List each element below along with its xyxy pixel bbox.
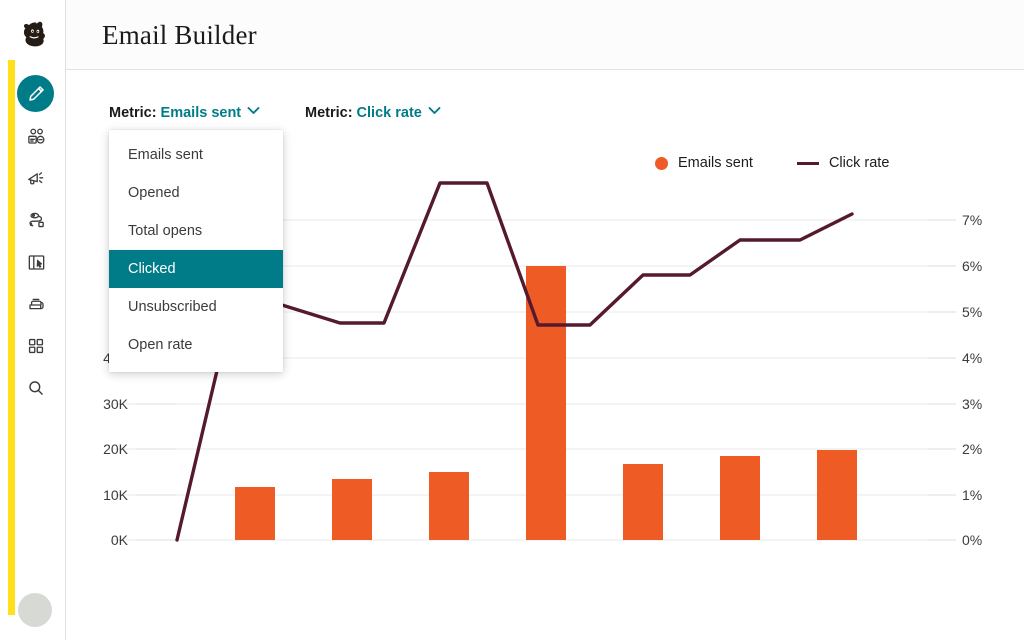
grid-icon — [26, 336, 46, 356]
svg-text:1%: 1% — [962, 487, 982, 503]
bar — [235, 487, 275, 540]
sidebar-item-search[interactable] — [18, 370, 54, 406]
bar — [720, 456, 760, 540]
metric-selector-secondary[interactable]: Metric: Click rate — [305, 105, 441, 121]
sidebar-item-audience[interactable] — [18, 118, 54, 154]
metric-label: Metric: — [109, 105, 157, 121]
svg-text:0%: 0% — [962, 532, 982, 548]
chevron-down-icon — [428, 103, 441, 119]
sidebar-item-create[interactable] — [18, 75, 54, 111]
svg-text:3%: 3% — [962, 396, 982, 412]
legend-item-emails-sent: Emails sent — [655, 155, 753, 171]
svg-text:10K: 10K — [103, 487, 129, 503]
landing-page-icon — [26, 252, 47, 273]
app-window: Email Builder 30K 20K 10K 0K 7% 6% 5% 4%… — [0, 0, 1024, 640]
sidebar-item-campaigns[interactable] — [18, 160, 54, 196]
dropdown-option-total-opens[interactable]: Total opens — [109, 212, 283, 250]
sidebar-item-automations[interactable] — [18, 202, 54, 238]
legend-dot-icon — [655, 156, 668, 170]
page-title: Email Builder — [102, 20, 257, 50]
svg-text:2%: 2% — [962, 441, 982, 457]
header-bar: Email Builder — [66, 0, 1024, 70]
megaphone-icon — [26, 168, 47, 189]
svg-text:5%: 5% — [962, 304, 982, 320]
bar — [332, 479, 372, 540]
postcard-icon — [26, 294, 47, 315]
dropdown-option-open-rate[interactable]: Open rate — [109, 326, 283, 364]
metric-selector-primary[interactable]: Metric: Emails sent — [109, 105, 260, 121]
svg-text:30K: 30K — [103, 396, 129, 412]
sidebar — [0, 0, 66, 640]
bar — [817, 450, 857, 540]
avatar[interactable] — [18, 593, 52, 627]
bar — [623, 464, 663, 540]
audience-icon — [26, 126, 47, 147]
legend-line-icon — [796, 161, 819, 165]
search-icon — [26, 378, 46, 398]
svg-text:0K: 0K — [111, 532, 129, 548]
svg-text:20K: 20K — [103, 441, 129, 457]
right-axis-labels: 7% 6% 5% 4% 3% 2% 1% 0% — [962, 212, 982, 548]
dropdown-option-opened[interactable]: Opened — [109, 174, 283, 212]
dropdown-option-unsubscribed[interactable]: Unsubscribed — [109, 288, 283, 326]
dropdown-option-clicked[interactable]: Clicked — [109, 250, 283, 288]
sidebar-accent-stripe — [8, 60, 15, 615]
svg-text:6%: 6% — [962, 258, 982, 274]
metric-value: Emails sent — [160, 105, 242, 121]
dropdown-option-emails-sent[interactable]: Emails sent — [109, 136, 283, 174]
legend-label: Click rate — [828, 155, 890, 171]
bar — [429, 472, 469, 540]
chart-legend: Emails sent Click rate — [655, 155, 889, 171]
sidebar-item-landing-pages[interactable] — [18, 244, 54, 280]
legend-label: Emails sent — [678, 155, 753, 171]
legend-item-click-rate: Click rate — [796, 155, 890, 171]
left-axis-labels: 40K 30K 20K 10K 0K — [103, 350, 129, 548]
svg-text:7%: 7% — [962, 212, 982, 228]
mailchimp-freddie-logo[interactable] — [18, 18, 54, 54]
chevron-down-icon — [247, 103, 260, 119]
sidebar-item-integrations[interactable] — [18, 328, 54, 364]
metric-value: Click rate — [356, 105, 422, 121]
svg-text:4%: 4% — [962, 350, 982, 366]
bar-series-emails-sent — [235, 266, 857, 540]
metric-label: Metric: — [305, 105, 353, 121]
pencil-icon — [27, 84, 46, 103]
sidebar-item-content[interactable] — [18, 286, 54, 322]
automation-icon — [26, 210, 47, 231]
metric-dropdown-menu[interactable]: Emails sent Opened Total opens Clicked U… — [109, 130, 283, 372]
